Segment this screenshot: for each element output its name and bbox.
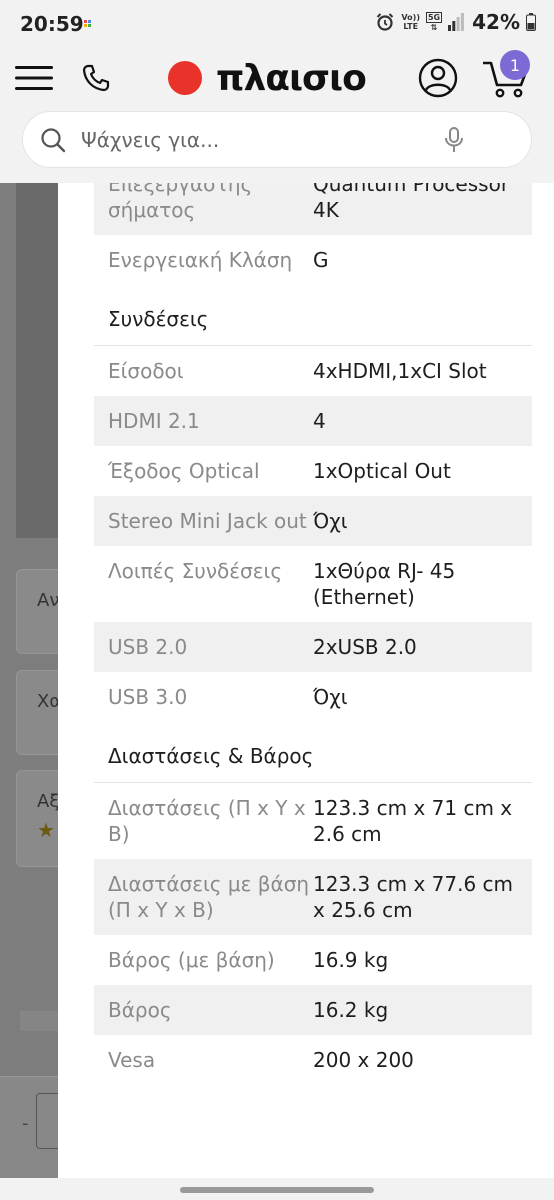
logo-circle bbox=[168, 61, 202, 95]
spec-row: Βάρος 16.2 kg bbox=[94, 985, 532, 1035]
phone-button[interactable] bbox=[76, 58, 116, 98]
spec-value: 4 bbox=[313, 409, 326, 433]
account-icon bbox=[418, 58, 458, 98]
search-input[interactable]: Ψάχνεις για... bbox=[81, 128, 219, 152]
menu-icon bbox=[15, 66, 53, 90]
spec-row: Vesa 200 x 200 bbox=[94, 1035, 532, 1085]
section-title-connections: Συνδέσεις bbox=[94, 285, 532, 346]
menu-button[interactable] bbox=[14, 58, 54, 98]
mic-icon[interactable] bbox=[443, 126, 465, 154]
spec-key: Είσοδοι bbox=[108, 359, 184, 383]
cart-count-badge: 1 bbox=[500, 50, 530, 80]
volte-top: Vo)) bbox=[401, 13, 420, 22]
spec-row: USB 3.0 Όχι bbox=[94, 672, 532, 722]
spec-value: Όχι bbox=[313, 685, 348, 709]
system-nav-bar bbox=[0, 1178, 554, 1200]
spec-row: Έξοδος Optical 1xOptical Out bbox=[94, 446, 532, 496]
spec-key: Διαστάσεις (Π x Υ x Β) bbox=[108, 796, 306, 846]
home-gesture-handle[interactable] bbox=[180, 1187, 374, 1193]
spec-row: Διαστάσεις με βάση (Π x Υ x Β) 123.3 cm … bbox=[94, 859, 532, 935]
spec-value: 123.3 cm x 71 cm x 2.6 cm bbox=[313, 796, 513, 846]
spec-value: 16.2 kg bbox=[313, 998, 389, 1022]
spec-value: Quantum Processor 4K bbox=[313, 183, 510, 222]
spec-value: 2xUSB 2.0 bbox=[313, 635, 417, 659]
status-time: 20:59 bbox=[20, 12, 84, 36]
network-type: 5G bbox=[425, 12, 443, 23]
spec-key: HDMI 2.1 bbox=[108, 409, 200, 433]
search-icon bbox=[41, 128, 66, 153]
spec-value: 16.9 kg bbox=[313, 948, 389, 972]
cart-button[interactable]: 1 bbox=[478, 50, 534, 104]
specs-panel: Επεξεργαστής σήματος Quantum Processor 4… bbox=[58, 183, 554, 1178]
status-bar: 20:59 Vo)) LTE 5G ⇅ 42% bbox=[0, 0, 554, 48]
account-button[interactable] bbox=[416, 56, 460, 100]
spec-value: 1xΘύρα RJ- 45 (Ethernet) bbox=[313, 559, 456, 609]
volte-bottom: LTE bbox=[403, 22, 419, 31]
brand-logo[interactable]: πλαισιο bbox=[168, 56, 367, 100]
spec-row: HDMI 2.1 4 bbox=[94, 396, 532, 446]
spec-value: 1xOptical Out bbox=[313, 459, 451, 483]
spec-value: 123.3 cm x 77.6 cm x 25.6 cm bbox=[313, 872, 514, 922]
spec-key: Λοιπές Συνδέσεις bbox=[108, 559, 283, 583]
volte-indicator: Vo)) LTE bbox=[401, 13, 420, 31]
spec-key: USB 3.0 bbox=[108, 685, 188, 709]
background-strip bbox=[20, 1011, 60, 1031]
spec-row: Βάρος (με βάση) 16.9 kg bbox=[94, 935, 532, 985]
phone-icon bbox=[82, 64, 110, 92]
alarm-icon bbox=[377, 13, 394, 31]
search-bar[interactable]: Ψάχνεις για... bbox=[22, 111, 532, 168]
spec-row: Λοιπές Συνδέσεις 1xΘύρα RJ- 45 (Ethernet… bbox=[94, 546, 532, 622]
spec-row: Επεξεργαστής σήματος Quantum Processor 4… bbox=[94, 183, 532, 235]
battery-percent: 42% bbox=[472, 10, 520, 34]
spec-value: 4xHDMI,1xCI Slot bbox=[313, 359, 487, 383]
spec-value: Όχι bbox=[313, 509, 348, 533]
spec-key: Ενεργειακή Κλάση bbox=[108, 248, 293, 272]
network-indicator: 5G ⇅ bbox=[425, 12, 443, 32]
notification-dot-icon bbox=[84, 20, 91, 27]
spec-key: Stereo Mini Jack out bbox=[108, 509, 307, 533]
background-card-text: Αν bbox=[37, 590, 60, 611]
signal-icon bbox=[448, 13, 465, 31]
spec-value: 200 x 200 bbox=[313, 1048, 414, 1072]
minus-icon: - bbox=[22, 1113, 29, 1134]
spec-row: Stereo Mini Jack out Όχι bbox=[94, 496, 532, 546]
logo-text: πλαισιο bbox=[216, 57, 367, 99]
spec-row: USB 2.0 2xUSB 2.0 bbox=[94, 622, 532, 672]
spec-value: G bbox=[313, 248, 329, 272]
spec-key: Έξοδος Optical bbox=[108, 459, 260, 483]
spec-key: Διαστάσεις με βάση (Π x Υ x Β) bbox=[108, 872, 310, 922]
spec-key: Βάρος (με βάση) bbox=[108, 948, 275, 972]
spec-key: USB 2.0 bbox=[108, 635, 188, 659]
app-header: πλαισιο 1 Ψάχνεις για... bbox=[0, 48, 554, 183]
spec-row: Διαστάσεις (Π x Υ x Β) 123.3 cm x 71 cm … bbox=[94, 783, 532, 859]
spec-key: Vesa bbox=[108, 1048, 156, 1072]
spec-row: Ενεργειακή Κλάση G bbox=[94, 235, 532, 285]
spec-key: Βάρος bbox=[108, 998, 172, 1022]
spec-row: Είσοδοι 4xHDMI,1xCI Slot bbox=[94, 346, 532, 396]
data-arrows-icon: ⇅ bbox=[430, 23, 438, 32]
battery-icon bbox=[526, 13, 536, 31]
specs-list: Επεξεργαστής σήματος Quantum Processor 4… bbox=[94, 183, 532, 1085]
section-title-dimensions: Διαστάσεις & Βάρος bbox=[94, 722, 532, 783]
background-card-text: Αξ bbox=[37, 791, 60, 812]
spec-key: Επεξεργαστής σήματος bbox=[108, 183, 253, 222]
